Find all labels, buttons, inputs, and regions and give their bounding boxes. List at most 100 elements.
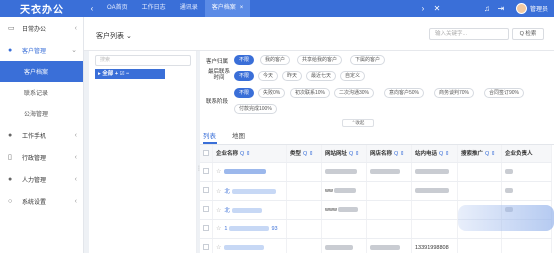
col-site-phone[interactable]: 站内电话 Q ⇕	[411, 145, 458, 163]
sidebar-item-hr-management[interactable]: ● 人力管理 ‹	[0, 168, 83, 190]
tab-contacts[interactable]: 通讯录	[173, 0, 205, 17]
row-checkbox[interactable]	[203, 225, 209, 232]
filter-chip[interactable]: 自定义	[340, 71, 366, 81]
sidebar-subitem-contact-records[interactable]: 联系记录	[0, 82, 83, 103]
filter-chip[interactable]: 合同签订90%	[484, 88, 525, 98]
filter-chip[interactable]: 最近七天	[306, 71, 337, 81]
search-input[interactable]: 输入关键字...	[429, 28, 509, 40]
collapse-filters-button[interactable]: ⌃收起	[342, 119, 374, 127]
chevron-down-icon: ⌄	[125, 33, 132, 40]
sidebar-item-work-phone[interactable]: ● 工作手机 ‹	[0, 124, 83, 146]
tab-oa-home[interactable]: OA首页	[100, 0, 135, 17]
cell-website: ww	[321, 181, 367, 201]
tree-search-input[interactable]: 搜索	[95, 55, 191, 66]
filter-chip[interactable]: 不限	[234, 55, 255, 65]
table-row[interactable]: ☆ 北 ww	[200, 181, 552, 201]
redacted-text	[337, 206, 358, 212]
star-icon[interactable]: ☆	[216, 169, 221, 175]
col-type[interactable]: 类型 Q ⇕	[286, 145, 322, 163]
col-company-name[interactable]: 企业名称 Q ⇕	[212, 145, 287, 163]
filter-chip[interactable]: 不限	[234, 71, 255, 81]
select-all-checkbox[interactable]	[203, 150, 209, 157]
tree-node-all[interactable]: ▸ 全部 + ☑ −	[95, 69, 165, 79]
filter-chip[interactable]: 付款完成100%	[234, 104, 277, 114]
chevron-left-icon: ‹	[74, 131, 77, 139]
sidebar-item-label: 客户管理	[22, 48, 47, 55]
col-label: 企业负责人	[505, 151, 533, 158]
filter-chip[interactable]: 共享给我的客户	[297, 55, 343, 65]
cell-company-name[interactable]: ☆	[212, 238, 287, 253]
bell-icon[interactable]: ♫	[480, 4, 494, 13]
filter-icon[interactable]: Q ⇕	[485, 151, 495, 157]
logout-icon[interactable]: ⇥	[494, 4, 508, 13]
cell-shop-name	[366, 219, 412, 239]
col-label: 站内电话	[415, 151, 438, 158]
cell-phone	[411, 181, 458, 201]
filter-chip[interactable]: 二次沟通30%	[334, 88, 375, 98]
filter-label-stage: 联系阶段	[206, 99, 229, 105]
sidebar-item-customer-management[interactable]: ● 客户管理 ⌄	[0, 39, 83, 61]
cell-website	[321, 162, 367, 182]
cell-company-name[interactable]: ☆ 1 93	[212, 219, 287, 239]
col-owner[interactable]: 企业负责人	[501, 145, 552, 163]
row-checkbox[interactable]	[203, 168, 209, 175]
close-all-icon[interactable]: ✕	[430, 4, 444, 13]
filter-chip[interactable]: 今天	[258, 71, 279, 81]
filter-chip[interactable]: 昨天	[282, 71, 303, 81]
star-icon[interactable]: ☆	[216, 208, 221, 214]
filter-label-ownership: 客户归属	[206, 59, 229, 65]
chevron-left-icon: ‹	[74, 24, 77, 32]
cell-company-name[interactable]: ☆ 北	[212, 200, 287, 220]
filter-chip[interactable]: 失败0%	[258, 88, 286, 98]
col-search-promo[interactable]: 搜索推广 Q ⇕	[457, 145, 502, 163]
filter-icon[interactable]: Q ⇕	[394, 151, 404, 157]
cell-company-name[interactable]: ☆	[212, 162, 287, 182]
user-name[interactable]: 管理员	[530, 4, 548, 13]
filter-chip[interactable]: 初次联系10%	[290, 88, 331, 98]
tab-customer-archive[interactable]: 客户档案 ×	[204, 0, 251, 17]
sidebar-item-admin-management[interactable]: ▯ 行政管理 ‹	[0, 146, 83, 168]
sidebar-item-system-settings[interactable]: ○ 系统设置 ‹	[0, 190, 83, 212]
row-checkbox[interactable]	[203, 244, 209, 251]
table-row[interactable]: ☆	[200, 162, 552, 182]
cell-company-name[interactable]: ☆ 北	[212, 181, 287, 201]
star-icon[interactable]: ☆	[216, 245, 221, 251]
avatar[interactable]	[515, 3, 527, 14]
table-row[interactable]: ☆ 13391998808	[200, 238, 552, 253]
sidebar-item-daily-office[interactable]: ▭ 日常办公 ‹	[0, 17, 83, 39]
floating-widget[interactable]	[458, 205, 554, 231]
filter-chip[interactable]: 不限	[234, 88, 255, 98]
redacted-text	[231, 188, 276, 194]
filter-chip[interactable]: 我的客户	[260, 55, 291, 65]
filter-icon[interactable]: Q ⇕	[240, 151, 250, 157]
filter-chip[interactable]: 意向客户50%	[384, 88, 425, 98]
tab-map[interactable]: 地图	[232, 130, 245, 140]
filter-icon[interactable]: Q ⇕	[349, 151, 359, 157]
search-button[interactable]: Q 检索	[512, 28, 544, 40]
filter-icon[interactable]: Q ⇕	[303, 151, 313, 157]
sidebar-item-label: 工作手机	[22, 133, 47, 140]
redacted-text	[505, 187, 513, 193]
tab-list[interactable]: 列表	[203, 130, 216, 140]
star-icon[interactable]: ☆	[216, 226, 221, 232]
company-name-prefix: 北	[224, 188, 230, 195]
select-all-cell	[200, 145, 213, 163]
sidebar-subitem-public-pool[interactable]: 公海管理	[0, 103, 83, 124]
nav-next-icon[interactable]: ›	[416, 4, 430, 13]
filter-icon[interactable]: Q ⇕	[439, 151, 449, 157]
tab-close-icon[interactable]: ×	[240, 5, 244, 11]
sidebar-subitem-customer-archive[interactable]: 客户档案	[0, 61, 83, 82]
star-icon[interactable]: ☆	[216, 189, 221, 195]
filter-chip[interactable]: 商务谈判70%	[434, 88, 475, 98]
tab-work-log[interactable]: 工作日志	[135, 0, 173, 17]
row-checkbox[interactable]	[203, 206, 209, 213]
page-title[interactable]: 客户列表 ⌄	[96, 31, 132, 41]
row-checkbox[interactable]	[203, 187, 209, 194]
col-shop-name[interactable]: 网店名称 Q ⇕	[366, 145, 412, 163]
cell-phone	[411, 162, 458, 182]
tree-node-actions[interactable]: + ☑ −	[115, 71, 129, 77]
nav-prev-icon[interactable]: ‹	[84, 4, 100, 13]
cell-shop-name	[366, 181, 412, 201]
col-website[interactable]: 网站网址 Q ⇕	[321, 145, 367, 163]
filter-chip[interactable]: 下属的客户	[350, 55, 386, 65]
